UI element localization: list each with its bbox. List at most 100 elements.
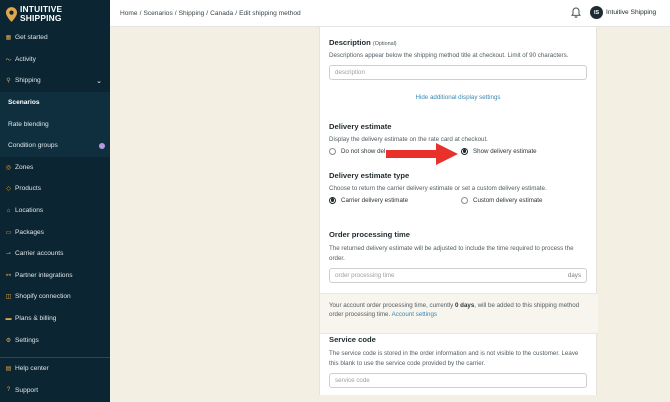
brand-line2: SHIPPING — [20, 13, 62, 23]
bell-icon[interactable] — [571, 7, 581, 18]
processing-time-section: Order processing time The returned deliv… — [329, 230, 587, 284]
sidebar-item-packages[interactable]: ▭ Packages — [0, 221, 110, 243]
radio-carrier-estimate[interactable]: Carrier delivery estimate — [329, 196, 408, 204]
sidebar-item-scenarios[interactable]: Scenarios — [0, 91, 110, 114]
sidebar-item-label: Condition groups — [8, 142, 58, 150]
delivery-estimate-help: Display the delivery estimate on the rat… — [329, 136, 488, 143]
breadcrumb: Home / Scenarios / Shipping / Canada / E… — [120, 10, 303, 17]
notice-value: 0 days — [455, 302, 475, 309]
sidebar-item-label: Locations — [15, 207, 44, 215]
avatar[interactable]: IS — [590, 6, 603, 19]
hide-display-settings-link[interactable]: Hide additional display settings — [329, 94, 587, 101]
sidebar-item-label: Zones — [15, 163, 34, 171]
description-section: Description (Optional) Descriptions appe… — [329, 38, 587, 101]
days-unit-label: days — [567, 272, 581, 280]
shipping-method-form: Description (Optional) Descriptions appe… — [319, 27, 598, 395]
service-code-input[interactable]: service code — [329, 373, 587, 389]
delivery-estimate-title: Delivery estimate — [329, 122, 392, 131]
optional-label: (Optional) — [372, 41, 397, 47]
sidebar-item-products[interactable]: ◇ Products — [0, 178, 110, 200]
account-processing-notice: Your account order processing time, curr… — [320, 293, 598, 334]
sidebar-item-label: Activity — [15, 55, 36, 63]
breadcrumb-home[interactable]: Home — [120, 10, 138, 17]
radio-button-selected[interactable] — [461, 147, 468, 155]
sidebar-item-help-center[interactable]: ▤ Help center — [0, 358, 110, 380]
brand-logo[interactable]: INTUITIVE SHIPPING — [6, 3, 106, 25]
new-badge — [99, 142, 105, 149]
sidebar-item-settings[interactable]: ⚙ Settings — [0, 329, 110, 351]
grid-icon: ▦ — [5, 35, 12, 42]
sidebar-item-label: Help center — [15, 365, 49, 373]
breadcrumb-shipping[interactable]: Shipping — [179, 10, 205, 17]
estimate-type-title: Delivery estimate type — [329, 171, 410, 180]
radio-button-selected[interactable] — [329, 196, 336, 204]
radio-label: Show delivery estimate — [473, 147, 537, 155]
sidebar-item-carrier-accounts[interactable]: ⇀ Carrier accounts — [0, 243, 110, 265]
help-icon: ? — [6, 387, 11, 394]
sidebar-item-label: Shopify connection — [15, 293, 71, 301]
chevron-down-icon: ⌄ — [96, 77, 102, 85]
sidebar-item-label: Get started — [15, 34, 48, 42]
breadcrumb-scenarios[interactable]: Scenarios — [143, 10, 172, 17]
radio-do-not-show[interactable]: Do not show del — [329, 147, 385, 155]
sidebar-item-label: Packages — [15, 228, 44, 236]
processing-time-help: The returned delivery estimate will be a… — [329, 245, 574, 262]
annotation-arrow-icon — [386, 143, 458, 165]
description-input[interactable]: description — [329, 64, 587, 80]
sidebar-item-label: Carrier accounts — [15, 250, 64, 258]
radio-custom-estimate[interactable]: Custom delivery estimate — [461, 196, 543, 204]
plug-icon: ⚯ — [5, 272, 12, 279]
sidebar-item-partner-integrations[interactable]: ⚯ Partner integrations — [0, 265, 110, 287]
sidebar-item-plans-billing[interactable]: ▬ Plans & billing — [0, 308, 110, 330]
globe-icon: ◎ — [5, 164, 12, 171]
top-bar: Home / Scenarios / Shipping / Canada / E… — [110, 0, 670, 27]
radio-button[interactable] — [329, 147, 336, 155]
description-title: Description (Optional) — [329, 38, 587, 47]
sidebar-bottom-nav: ▤ Help center ? Support — [0, 357, 110, 401]
location-pin-icon — [6, 6, 17, 22]
sidebar-item-label: Products — [15, 185, 42, 193]
service-code-title: Service code — [329, 335, 376, 344]
account-settings-link[interactable]: Account settings — [392, 311, 437, 318]
breadcrumb-separator: / — [139, 9, 142, 17]
sidebar-item-condition-groups[interactable]: Condition groups — [0, 134, 110, 157]
truck-icon: ⇀ — [5, 251, 12, 258]
breadcrumb-separator: / — [174, 9, 177, 17]
sidebar-item-shopify-connection[interactable]: ◫ Shopify connection — [0, 286, 110, 308]
sidebar-item-activity[interactable]: 〜 Activity — [0, 49, 110, 71]
activity-icon: 〜 — [5, 57, 12, 64]
breadcrumb-separator: / — [206, 9, 209, 17]
breadcrumb-canada[interactable]: Canada — [210, 10, 233, 17]
processing-time-title: Order processing time — [329, 230, 411, 239]
delivery-estimate-section: Delivery estimate Display the delivery e… — [329, 122, 587, 158]
sidebar-item-rate-blending[interactable]: Rate blending — [0, 113, 110, 135]
service-code-help: The service code is stored in the order … — [329, 350, 579, 367]
sidebar-item-label: Support — [15, 386, 39, 394]
shopify-icon: ◫ — [5, 294, 12, 301]
service-code-section: Service code The service code is stored … — [329, 335, 587, 389]
sidebar: INTUITIVE SHIPPING ▦ Get started 〜 Activ… — [0, 0, 110, 402]
shipping-icon: ⚲ — [6, 78, 11, 85]
location-icon: ⌂ — [6, 207, 11, 214]
sidebar-nav: ▦ Get started 〜 Activity ⚲ Shipping ⌄ Sc… — [0, 27, 110, 351]
estimate-type-section: Delivery estimate type Choose to return … — [329, 171, 587, 207]
radio-button[interactable] — [461, 196, 468, 204]
notice-text-before: Your account order processing time, curr… — [329, 302, 455, 309]
sidebar-item-get-started[interactable]: ▦ Get started — [0, 27, 110, 49]
processing-time-placeholder: order processing time — [335, 272, 395, 280]
sidebar-item-support[interactable]: ? Support — [0, 380, 110, 402]
radio-show-delivery-estimate[interactable]: Show delivery estimate — [461, 147, 537, 155]
processing-time-input[interactable]: order processing time days — [329, 268, 587, 284]
sidebar-item-label: Scenarios — [8, 99, 40, 107]
sidebar-item-label: Partner integrations — [15, 271, 73, 279]
tag-icon: ◇ — [6, 186, 11, 193]
breadcrumb-separator: / — [235, 9, 238, 17]
description-title-text: Description — [329, 38, 371, 47]
sidebar-item-locations[interactable]: ⌂ Locations — [0, 200, 110, 222]
sidebar-item-zones[interactable]: ◎ Zones — [0, 157, 110, 179]
account-name[interactable]: Intuitive Shipping — [606, 9, 656, 16]
radio-label: Custom delivery estimate — [473, 196, 543, 204]
sidebar-item-shipping[interactable]: ⚲ Shipping ⌄ — [0, 70, 110, 92]
description-help: Descriptions appear below the shipping m… — [329, 52, 569, 59]
sidebar-item-label: Settings — [15, 336, 39, 344]
